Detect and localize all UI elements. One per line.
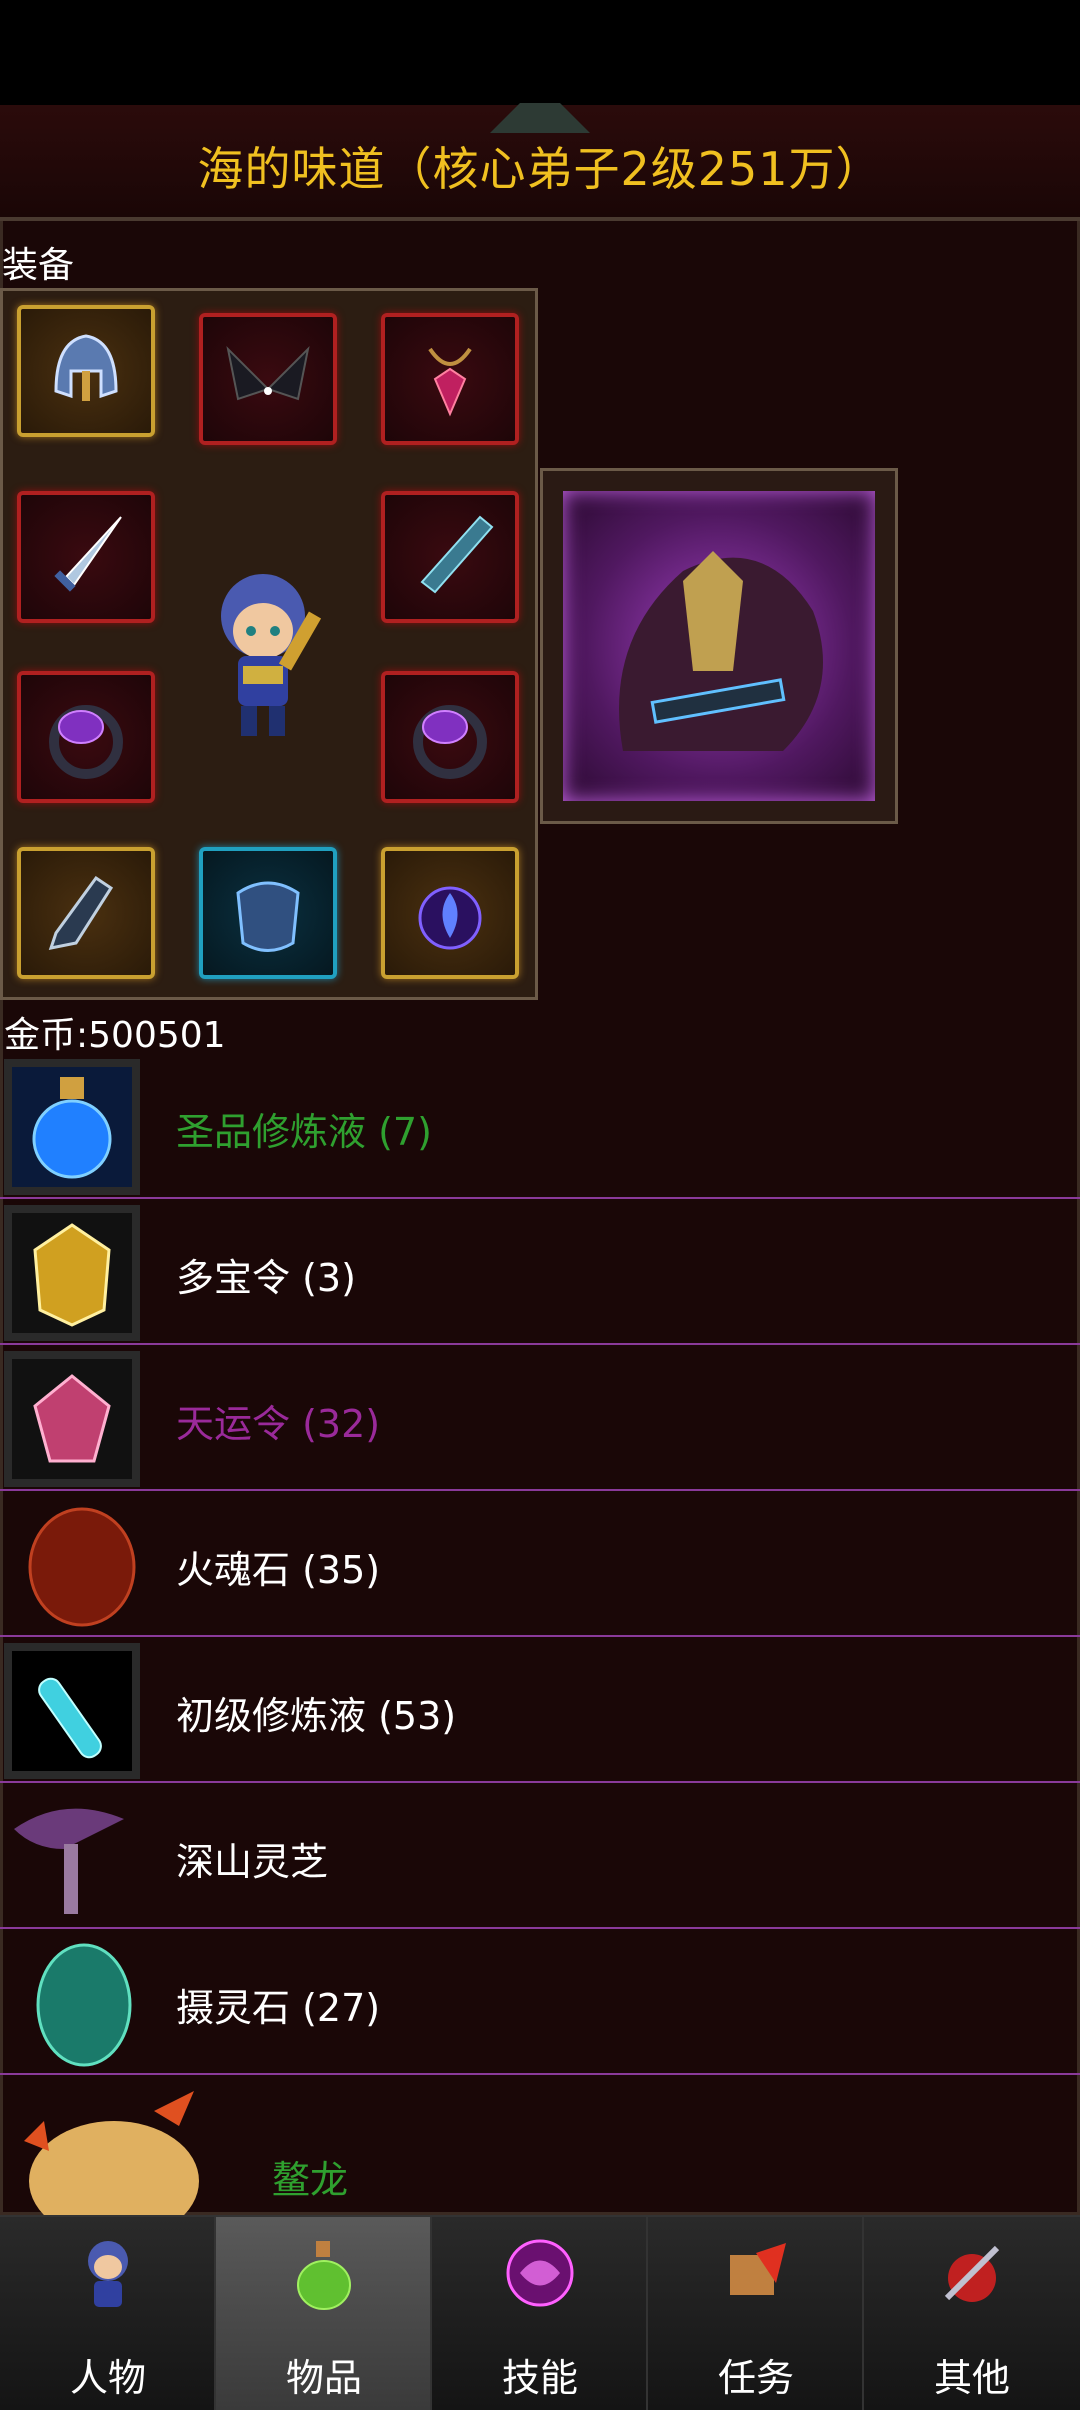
- item-icon-box: [4, 1497, 140, 1633]
- demon-mount-icon: [619, 551, 823, 751]
- green-egg-icon: [36, 1943, 132, 2067]
- blue-potion-icon: [12, 1067, 132, 1187]
- tab-other[interactable]: 其他: [864, 2217, 1080, 2410]
- item-name: 鳌龙: [272, 2158, 349, 2202]
- list-item[interactable]: 圣品修炼液 (7): [0, 1055, 1080, 1199]
- equip-slot-helmet[interactable]: [17, 305, 155, 437]
- vial-icon: [12, 1651, 132, 1771]
- title-ornament: [490, 103, 590, 133]
- bag-icon: [297, 2241, 351, 2310]
- dragon-armor-icon: [236, 881, 300, 952]
- equip-slot-amulet[interactable]: [381, 313, 519, 445]
- equip-slot-greatsword[interactable]: [381, 491, 519, 623]
- list-item[interactable]: 多宝令 (3): [0, 1201, 1080, 1345]
- ring-icon: [413, 705, 487, 779]
- list-item[interactable]: 鳌龙: [0, 2077, 1080, 2241]
- item-icon-box: [4, 1643, 140, 1779]
- list-item[interactable]: 火魂石 (35): [0, 1493, 1080, 1637]
- tab-label: 技能: [501, 2356, 578, 2400]
- equip-slot-ring-left[interactable]: [17, 671, 155, 803]
- greatsword-icon: [420, 515, 494, 594]
- status-bar: [0, 0, 1080, 105]
- character-avatar: [221, 574, 322, 736]
- item-icon-box: [4, 1935, 140, 2071]
- ring-icon: [49, 705, 123, 779]
- gold-balance: 金币:500501: [4, 1015, 226, 1056]
- equipment-label: 装备: [2, 245, 75, 286]
- tab-quests[interactable]: 任务: [648, 2217, 864, 2410]
- helmet-icon: [54, 334, 118, 401]
- tab-label: 人物: [69, 2356, 146, 2400]
- equip-slot-armor[interactable]: [199, 847, 337, 979]
- title-bar: 海的味道（核心弟子2级251万）: [0, 103, 1080, 221]
- list-item[interactable]: 初级修炼液 (53): [0, 1639, 1080, 1783]
- item-name: 初级修炼液 (53): [176, 1694, 457, 1738]
- mushroom-icon: [14, 1808, 124, 1914]
- item-icon-box: [4, 2081, 214, 2241]
- character-icon: [88, 2241, 128, 2307]
- list-item[interactable]: 天运令 (32): [0, 1347, 1080, 1491]
- bottom-tab-bar: 人物 物品 技能 任务 其他: [0, 2215, 1080, 2410]
- gold-token-icon: [12, 1213, 132, 1333]
- list-item[interactable]: 摄灵石 (27): [0, 1931, 1080, 2075]
- equip-slot-wings[interactable]: [199, 313, 337, 445]
- list-item[interactable]: 深山灵芝: [0, 1785, 1080, 1929]
- skill-orb-icon: [506, 2239, 574, 2307]
- tab-label: 其他: [933, 2356, 1010, 2400]
- equipment-panel: [0, 288, 538, 1000]
- item-name: 天运令 (32): [176, 1402, 381, 1446]
- equip-slot-orb[interactable]: [381, 847, 519, 979]
- page-title: 海的味道（核心弟子2级251万）: [197, 142, 883, 196]
- tab-items[interactable]: 物品: [216, 2217, 432, 2410]
- mount-image: [563, 491, 875, 801]
- item-name: 火魂石 (35): [176, 1548, 381, 1592]
- wings-icon: [226, 345, 310, 401]
- tab-label: 物品: [285, 2356, 362, 2400]
- amulet-icon: [428, 347, 472, 417]
- quest-icon: [730, 2243, 786, 2295]
- item-icon-box: [4, 1351, 140, 1487]
- item-name: 深山灵芝: [176, 1840, 329, 1884]
- item-icon-box: [4, 1205, 140, 1341]
- item-icon-box: [4, 1789, 140, 1925]
- sword-icon: [54, 516, 122, 592]
- equip-slot-ring-right[interactable]: [381, 671, 519, 803]
- tab-skills[interactable]: 技能: [432, 2217, 648, 2410]
- tab-label: 任务: [717, 2356, 794, 2400]
- pink-token-icon: [12, 1359, 132, 1479]
- item-name: 多宝令 (3): [176, 1256, 356, 1300]
- misc-icon: [944, 2245, 1000, 2302]
- flame-orb-icon: [418, 886, 482, 950]
- tab-character[interactable]: 人物: [0, 2217, 216, 2410]
- mount-card[interactable]: [540, 468, 898, 824]
- fire-stone-icon: [28, 1507, 136, 1627]
- item-name: 摄灵石 (27): [176, 1986, 381, 2030]
- item-name: 圣品修炼液 (7): [176, 1110, 432, 1154]
- boots-icon: [48, 875, 114, 950]
- item-icon-box: [4, 1059, 140, 1195]
- dragon-pet-icon: [24, 2091, 199, 2241]
- equip-slot-boots[interactable]: [17, 847, 155, 979]
- equip-slot-sword[interactable]: [17, 491, 155, 623]
